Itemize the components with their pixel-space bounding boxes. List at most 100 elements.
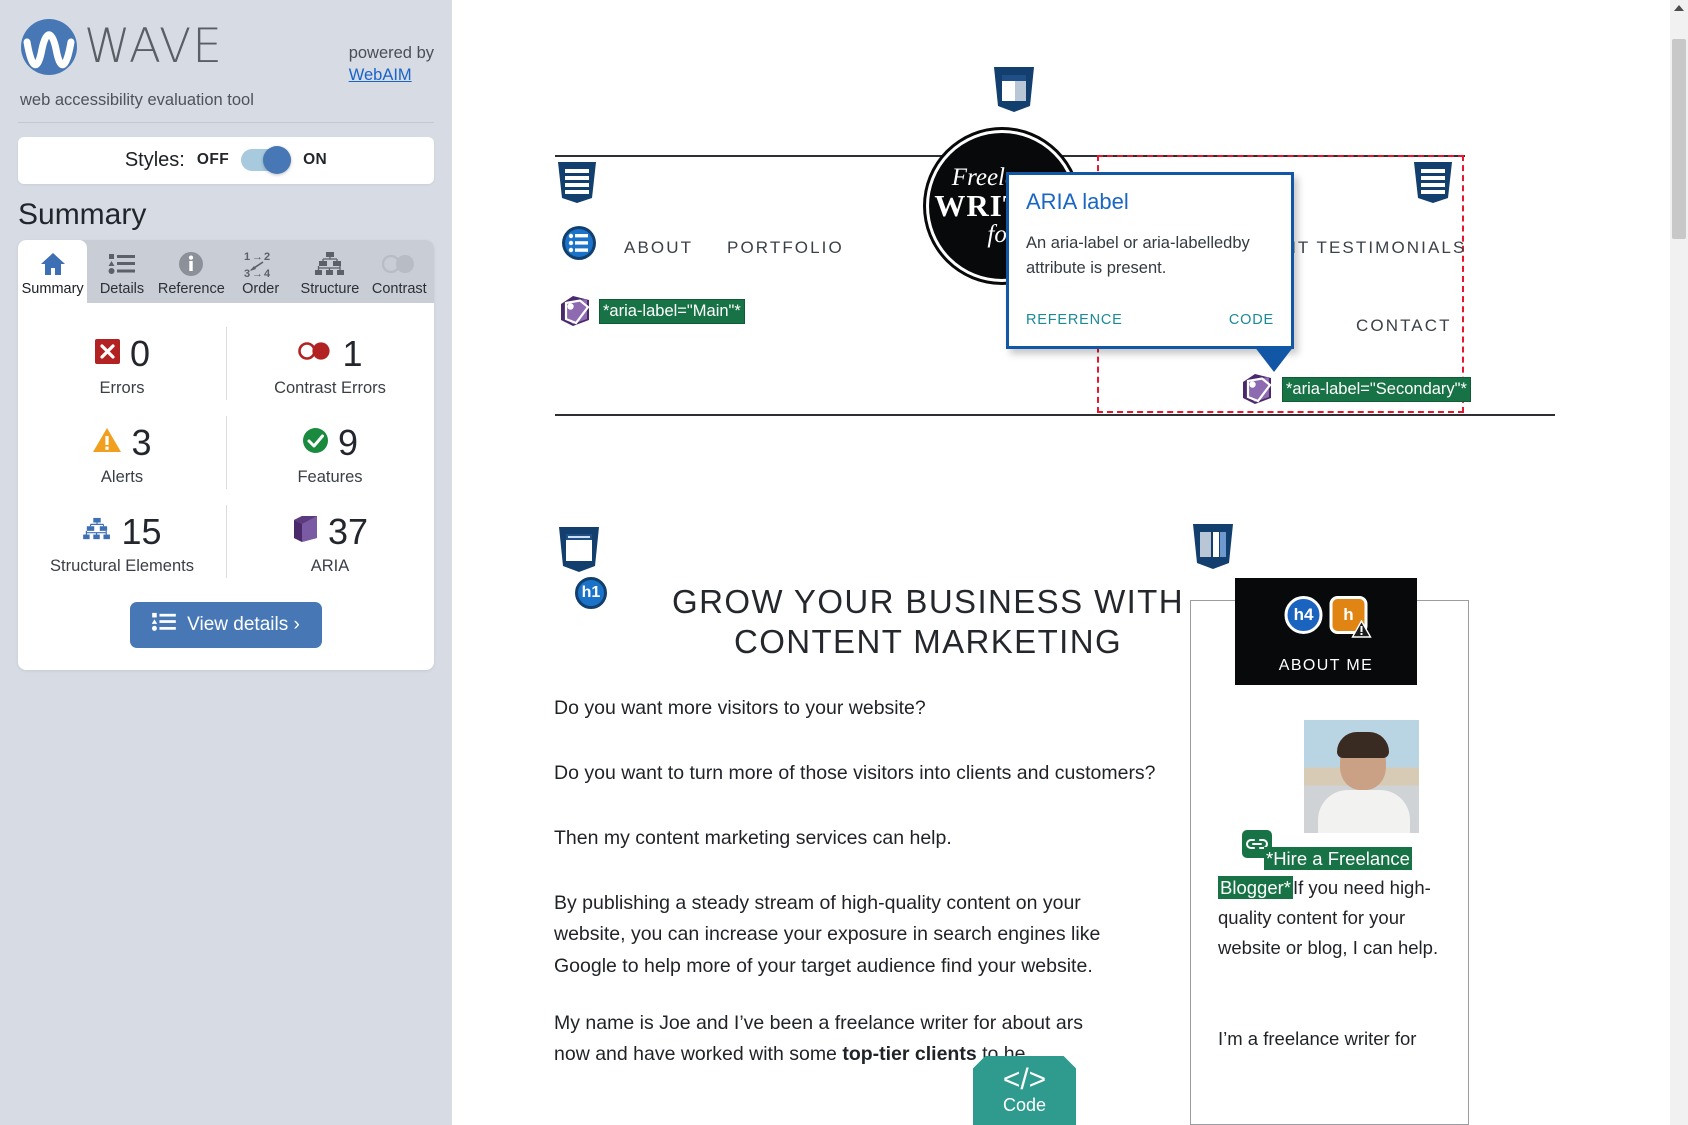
about-me-badges: h4 h [1284, 596, 1372, 638]
tooltip-body: An aria-label or aria-labelledby attribu… [1026, 234, 1250, 277]
view-details-button[interactable]: View details › [130, 601, 322, 648]
paragraph-2: Do you want to turn more of those visito… [554, 761, 1156, 784]
tab-details[interactable]: Details [87, 240, 156, 303]
aria-label-tooltip: ARIA label An aria-label or aria-labelle… [1006, 172, 1294, 372]
summary-panel: Summary Details Reference 1 → 2 3 → 4 Or… [18, 239, 434, 670]
warning-triangle-icon [1351, 620, 1372, 638]
paragraph-5-bold: top-tier clients [842, 1043, 977, 1066]
stat-aria[interactable]: 37 ARIA [226, 497, 434, 586]
tab-summary[interactable]: Summary [18, 239, 88, 303]
tab-reference-label: Reference [157, 280, 225, 297]
webaim-link[interactable]: WebAIM [349, 66, 412, 84]
code-button[interactable]: </> Code [973, 1056, 1076, 1125]
wave-header-shield-icon[interactable] [556, 160, 598, 204]
styles-on-label: ON [303, 151, 328, 169]
about-me-link-text-1[interactable]: *Hire a Freelance [1264, 846, 1412, 870]
aria-label-tag-icon-secondary[interactable] [1240, 372, 1274, 406]
about-me-banner-title: ABOUT ME [1278, 657, 1374, 674]
code-button-label: Code [1002, 1094, 1047, 1115]
about-me-body: *Hire a Freelance Blogger* If you need hi… [1218, 844, 1468, 964]
tab-contrast-label: Contrast [371, 280, 427, 297]
paragraph-3: Then my content marketing services can h… [554, 826, 952, 849]
tooltip-code-link[interactable]: CODE [1229, 312, 1274, 328]
tab-contrast[interactable]: Contrast [365, 240, 434, 303]
page-scrollbar[interactable] [1670, 0, 1688, 1125]
wave-extension-screen: WAVE powered by WebAIM web accessibility… [0, 0, 1688, 1125]
stat-errors[interactable]: 0 Errors [18, 319, 226, 408]
wave-structure-shield-icon[interactable] [991, 65, 1037, 113]
tab-structure[interactable]: Structure [295, 240, 364, 303]
stat-structural-elements[interactable]: 15 Structural Elements [18, 497, 226, 586]
page-canvas: Freelance WRITER for ABOUT PORTFOLIO ENT… [452, 0, 1688, 1125]
avatar-torso [1318, 790, 1410, 833]
view-details-label: View details › [187, 613, 300, 635]
stat-errors-value: 0 [129, 332, 151, 374]
wave-aside-region-shield-icon[interactable] [1190, 522, 1236, 570]
stat-alerts[interactable]: 3 Alerts [18, 408, 226, 497]
heading-alert-badge-icon[interactable]: h [1329, 596, 1372, 638]
tooltip-reference-link[interactable]: REFERENCE [1026, 312, 1123, 328]
evaluated-page: Freelance WRITER for ABOUT PORTFOLIO ENT… [452, 0, 1688, 1125]
error-icon [94, 338, 121, 370]
alert-icon [92, 427, 122, 459]
paragraph-1: Do you want more visitors to your websit… [554, 696, 926, 719]
nav-link-contact[interactable]: CONTACT [1356, 316, 1452, 336]
paragraph-5-part1: My name is Joe and I’ve been a freelance… [554, 1011, 1051, 1034]
stat-contrast-errors-value: 1 [342, 332, 363, 374]
h4-badge-icon[interactable]: h4 [1284, 596, 1323, 634]
wave-wordmark: WAVE [84, 19, 223, 74]
structure-icon [82, 517, 112, 546]
styles-toggle-switch[interactable] [241, 146, 292, 175]
stat-contrast-errors-label: Contrast Errors [274, 378, 386, 397]
summary-stats: 0 Errors 1 Contrast Errors 3 Alerts 9 Fe… [18, 303, 434, 592]
about-me-link-text-2[interactable]: Blogger* [1218, 876, 1293, 900]
styles-toggle-bar[interactable]: Styles: OFF ON [18, 136, 434, 184]
feature-icon [302, 427, 329, 459]
scrollbar-thumb[interactable] [1672, 39, 1686, 239]
wave-navigation-icon[interactable] [560, 224, 598, 262]
stat-alerts-value: 3 [131, 421, 152, 463]
svg-text:2: 2 [264, 251, 270, 263]
styles-label: Styles: [124, 148, 185, 171]
wave-main-region-shield-icon[interactable] [556, 525, 602, 573]
h1-badge-label: h1 [581, 584, 601, 601]
powered-by-label: powered by [348, 44, 434, 62]
avatar-hair [1337, 732, 1389, 758]
svg-text:1: 1 [244, 251, 250, 263]
about-me-banner: h4 h ABOUT ME [1235, 578, 1417, 685]
nav-link-about[interactable]: ABOUT [624, 238, 693, 258]
list-icon [151, 612, 176, 638]
paragraph-5-line2a: now and have worked with some [554, 1043, 843, 1066]
tab-order[interactable]: 1 → 2 3 → 4 Order [226, 240, 295, 303]
tab-order-label: Order [242, 280, 280, 297]
contrast-icon [365, 249, 434, 279]
paragraph-4: By publishing a steady stream of high-qu… [554, 891, 1101, 977]
contrast-error-icon [297, 340, 333, 367]
stat-row: 15 Structural Elements 37 ARIA [18, 497, 434, 586]
styles-off-label: OFF [196, 151, 230, 169]
stat-row: 3 Alerts 9 Features [18, 408, 434, 497]
aria-label-tag-icon-main[interactable] [558, 294, 592, 328]
about-me-body-line-3: can help. [1363, 937, 1439, 959]
tooltip-links: REFERENCE CODE [1026, 312, 1274, 328]
about-me-body-next: I’m a freelance writer for [1218, 1027, 1417, 1049]
list-icon [87, 249, 156, 279]
paragraph-5-part2: ars [1055, 1011, 1083, 1034]
view-details-wrap: View details › [18, 592, 434, 670]
h1-badge-icon[interactable]: h1 [575, 577, 607, 609]
nav-link-testimonials[interactable]: ENT TESTIMONIALS [1270, 238, 1466, 258]
aria-icon [292, 515, 319, 548]
page-heading: GROW YOUR BUSINESS WITH CONTENT MARKETIN… [672, 583, 1184, 661]
tab-reference[interactable]: Reference [157, 240, 226, 303]
stat-contrast-errors[interactable]: 1 Contrast Errors [226, 319, 434, 408]
stat-errors-label: Errors [99, 378, 145, 397]
page-title: Summary [18, 197, 147, 231]
stat-features[interactable]: 9 Features [226, 408, 434, 497]
styles-toggle-knob[interactable] [263, 146, 292, 175]
about-me-body-inline: If you need [1292, 877, 1385, 899]
nav-link-portfolio[interactable]: PORTFOLIO [727, 238, 844, 258]
scroll-up-arrow-icon[interactable] [1674, 5, 1684, 11]
tooltip-title: ARIA label [1026, 189, 1129, 214]
wave-secondary-region-shield-icon[interactable] [1412, 160, 1454, 204]
wave-sidebar: WAVE powered by WebAIM web accessibility… [0, 0, 452, 1125]
